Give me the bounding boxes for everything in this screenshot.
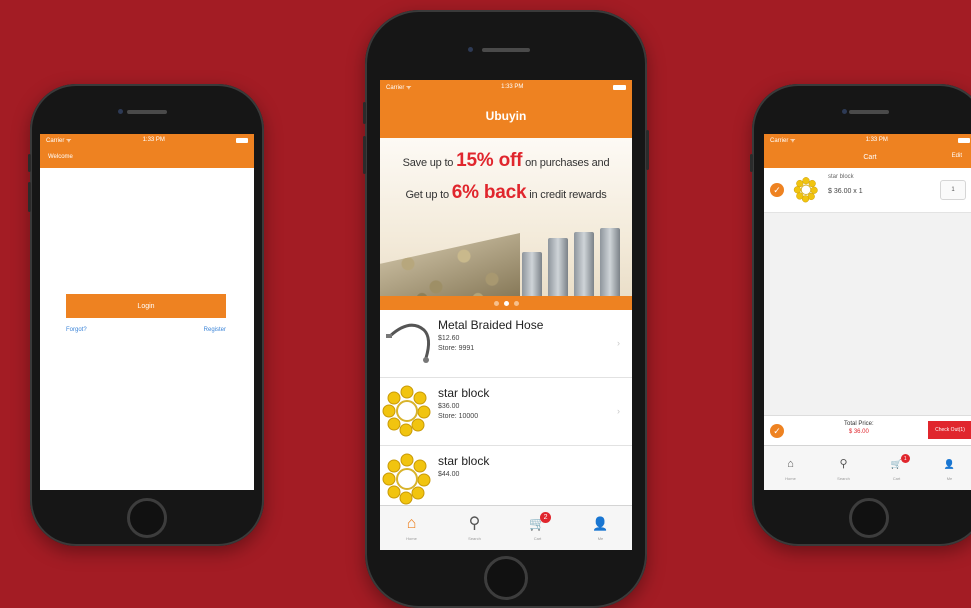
home-button[interactable] — [849, 498, 889, 538]
power-button — [646, 130, 649, 170]
earpiece — [849, 110, 889, 114]
home-button[interactable] — [127, 498, 167, 538]
cart-footer: ✓ Total Price: $ 36.00 Check Out(1) — [764, 415, 971, 446]
login-nav-bar: Welcome — [40, 146, 254, 168]
status-time: 1:33 PM — [501, 84, 524, 90]
product-store: Store: 10000 — [438, 413, 479, 420]
cart-badge: 2 — [540, 512, 552, 523]
cart-phone: Carrier ᯤ 1:33 PM Cart Edit ✓ star block… — [750, 84, 971, 546]
home-screen: Carrier ᯤ 1:33 PM Ubuyin Save up to 15% … — [380, 80, 632, 550]
login-phone: Carrier ᯤ 1:33 PM Welcome Login Forgot? … — [28, 84, 264, 546]
login-button[interactable]: Login — [66, 294, 226, 318]
battery-icon — [236, 137, 248, 143]
carousel-dot[interactable] — [493, 300, 499, 306]
tab-bar: ⌂ Home ⚲ Search 🛒 2 Cart 👤 Me — [380, 505, 632, 550]
front-camera — [842, 109, 847, 114]
search-icon: ⚲ — [839, 458, 848, 470]
cart-item[interactable]: ✓ star block $ 36.00 x 1 1 — [764, 168, 971, 213]
register-link[interactable]: Register — [204, 327, 226, 333]
total-price-label: Total Price: — [844, 421, 874, 427]
tab-home[interactable]: ⌂ Home — [764, 446, 817, 490]
product-price: $12.60 — [438, 335, 460, 342]
check-icon[interactable]: ✓ — [770, 183, 784, 197]
total-price-value: $ 36.00 — [848, 429, 869, 435]
cart-nav-bar: Cart Edit — [764, 146, 971, 168]
promo-line-1: Save up to 15% off on purchases and — [402, 150, 610, 171]
nav-title: Ubuyin — [485, 109, 527, 123]
tab-home[interactable]: ⌂ Home — [380, 506, 443, 550]
product-price: $44.00 — [438, 471, 460, 478]
promo-line-2: Get up to 6% back in credit rewards — [405, 182, 607, 203]
status-time: 1:33 PM — [865, 137, 888, 143]
product-name: star block — [438, 386, 490, 400]
status-bar: Carrier ᯤ 1:33 PM — [764, 134, 971, 146]
status-time: 1:33 PM — [142, 137, 165, 143]
earpiece — [127, 110, 167, 114]
home-icon: ⌂ — [406, 515, 417, 532]
home-button[interactable] — [484, 556, 528, 600]
carousel-dots — [380, 296, 632, 310]
chevron-right-icon: › — [617, 406, 620, 416]
mute-switch — [28, 154, 31, 172]
front-camera — [118, 109, 123, 114]
product-name: Metal Braided Hose — [438, 318, 544, 332]
mute-switch — [363, 102, 366, 124]
user-icon: 👤 — [943, 459, 956, 469]
login-links: Forgot? Register — [66, 327, 226, 333]
product-store: Store: 9991 — [438, 345, 475, 352]
battery-icon — [958, 137, 970, 143]
cart-screen: Carrier ᯤ 1:33 PM Cart Edit ✓ star block… — [764, 134, 971, 490]
hose-icon — [380, 310, 434, 377]
tab-me[interactable]: 👤 Me — [569, 506, 632, 550]
product-row[interactable]: star block $36.00 Store: 10000 › — [380, 378, 632, 446]
cart-badge: 1 — [900, 454, 910, 463]
promo-banner[interactable]: Save up to 15% off on purchases and Get … — [380, 138, 632, 310]
front-camera — [468, 47, 473, 52]
product-row[interactable]: Metal Braided Hose $12.60 Store: 9991 › — [380, 310, 632, 378]
status-bar: Carrier ᯤ 1:33 PM — [40, 134, 254, 146]
tab-bar: ⌂ Home ⚲ Search 🛒 1 Cart 👤 Me — [764, 445, 971, 490]
chevron-right-icon: › — [617, 338, 620, 348]
earpiece — [482, 48, 530, 52]
total-price: Total Price: $ 36.00 — [844, 421, 874, 435]
mute-switch — [750, 154, 753, 172]
carousel-dot-active[interactable] — [503, 300, 509, 306]
nav-title: Welcome — [48, 154, 73, 160]
home-phone: Carrier ᯤ 1:33 PM Ubuyin Save up to 15% … — [363, 10, 649, 608]
user-icon: 👤 — [592, 516, 609, 531]
edit-button[interactable]: Edit — [952, 153, 962, 159]
home-icon: ⌂ — [787, 458, 794, 470]
product-row[interactable]: star block $44.00 — [380, 446, 632, 514]
status-bar: Carrier ᯤ 1:33 PM — [380, 80, 632, 94]
select-all-check-icon[interactable]: ✓ — [770, 424, 784, 438]
volume-up-button — [28, 182, 31, 212]
status-carrier: Carrier ᯤ — [386, 85, 412, 91]
battery-icon — [613, 84, 626, 90]
quantity-stepper[interactable]: 1 — [940, 180, 966, 200]
tab-cart[interactable]: 🛒 2 Cart — [506, 506, 569, 550]
tab-me[interactable]: 👤 Me — [923, 446, 971, 490]
star-block-icon — [790, 174, 822, 211]
tab-search[interactable]: ⚲ Search — [817, 446, 870, 490]
volume-up-button — [363, 136, 366, 174]
product-price: $36.00 — [438, 403, 460, 410]
tab-search[interactable]: ⚲ Search — [443, 506, 506, 550]
login-screen: Carrier ᯤ 1:33 PM Welcome Login Forgot? … — [40, 134, 254, 490]
search-icon: ⚲ — [468, 515, 481, 532]
checkout-button[interactable]: Check Out(1) — [928, 421, 971, 439]
cart-item-price-qty: $ 36.00 x 1 — [828, 188, 863, 195]
tab-cart[interactable]: 🛒 1 Cart — [870, 446, 923, 490]
status-carrier: Carrier ᯤ — [46, 138, 72, 144]
nav-title: Cart — [863, 153, 877, 161]
cart-item-name: star block — [828, 174, 854, 180]
forgot-link[interactable]: Forgot? — [66, 327, 87, 333]
home-nav-bar: Ubuyin — [380, 94, 632, 138]
product-name: star block — [438, 454, 490, 468]
star-block-icon — [380, 446, 434, 513]
status-carrier: Carrier ᯤ — [770, 138, 796, 144]
star-block-icon — [380, 378, 434, 445]
carousel-dot[interactable] — [513, 300, 519, 306]
